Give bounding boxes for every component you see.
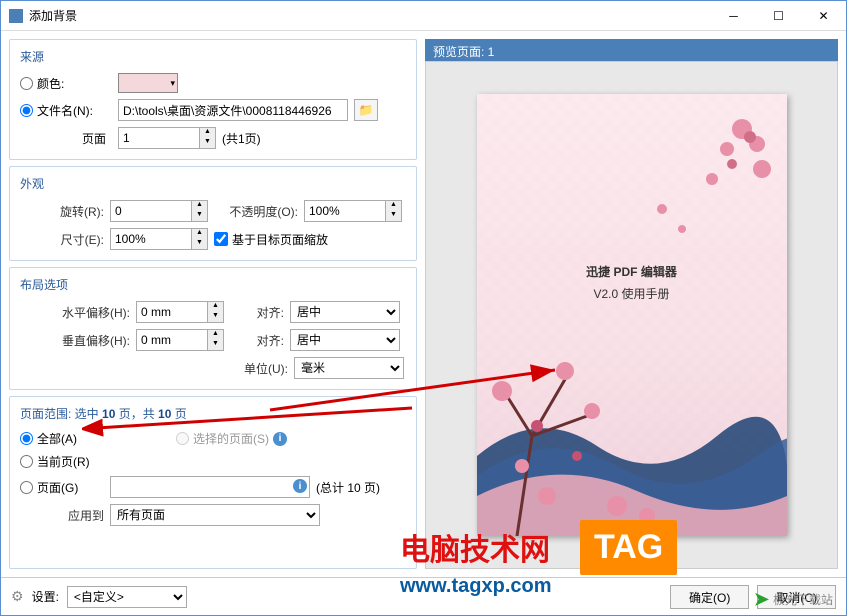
settings-label: 设置:	[32, 588, 59, 605]
size-spinner[interactable]: ▲▼	[110, 228, 208, 250]
pages-radio-label[interactable]: 页面(G)	[20, 479, 104, 496]
file-radio-label[interactable]: 文件名(N):	[20, 102, 112, 119]
all-radio[interactable]	[20, 432, 33, 445]
align-h-select[interactable]: 居中	[290, 301, 400, 323]
size-label: 尺寸(E):	[20, 231, 104, 248]
voff-label: 垂直偏移(H):	[20, 332, 130, 349]
all-radio-label[interactable]: 全部(A)	[20, 430, 170, 447]
gear-icon: ⚙	[11, 588, 24, 605]
page-total: (共1页)	[222, 130, 261, 147]
source-group: 来源 颜色: 文件名(N): 📁 页	[9, 39, 417, 160]
settings-select[interactable]: <自定义>	[67, 586, 187, 608]
page-input[interactable]	[119, 128, 199, 148]
apply-label: 应用到	[20, 507, 104, 524]
current-radio-label[interactable]: 当前页(R)	[20, 453, 90, 470]
app-icon	[9, 9, 23, 23]
range-title: 页面范围: 选中 10 页，共 10 页	[20, 405, 406, 422]
scale-checkbox-label[interactable]: 基于目标页面缩放	[214, 231, 328, 248]
apply-select[interactable]: 所有页面	[110, 504, 320, 526]
pages-input[interactable]	[110, 476, 310, 498]
color-radio[interactable]	[20, 77, 33, 90]
hoff-label: 水平偏移(H):	[20, 304, 130, 321]
appearance-title: 外观	[20, 175, 406, 192]
range-group: 页面范围: 选中 10 页，共 10 页 全部(A) 选择的页面(S) i	[9, 396, 417, 569]
unit-label: 单位(U):	[234, 360, 288, 377]
file-radio[interactable]	[20, 104, 33, 117]
color-radio-label[interactable]: 颜色:	[20, 75, 112, 92]
page-spinner[interactable]: ▲▼	[118, 127, 216, 149]
window-title: 添加背景	[29, 7, 711, 24]
hoff-spinner[interactable]: ▲▼	[136, 301, 224, 323]
align-v-select[interactable]: 居中	[290, 329, 400, 351]
flower-graphic-top	[632, 99, 782, 279]
maximize-button[interactable]: ☐	[756, 1, 801, 30]
spin-down[interactable]: ▼	[199, 138, 215, 148]
watermark-tag: TAG	[580, 520, 677, 575]
appearance-group: 外观 旋转(R): ▲▼ 不透明度(O): ▲▼ 尺寸(E):	[9, 166, 417, 261]
page-preview: 迅捷 PDF 编辑器 V2.0 使用手册	[477, 94, 787, 536]
info-icon: i	[293, 479, 307, 493]
selected-radio	[176, 432, 189, 445]
preview-label: 预览页面: 1	[425, 39, 838, 61]
hoff-input[interactable]	[137, 302, 207, 322]
pages-total: (总计 10 页)	[316, 479, 380, 496]
layout-title: 布局选项	[20, 276, 406, 293]
opacity-input[interactable]	[305, 201, 385, 221]
voff-spinner[interactable]: ▲▼	[136, 329, 224, 351]
rotate-input[interactable]	[111, 201, 191, 221]
layout-group: 布局选项 水平偏移(H): ▲▼ 对齐: 居中 垂直偏移(H): ▲▼	[9, 267, 417, 390]
size-input[interactable]	[111, 229, 191, 249]
close-button[interactable]: ✕	[801, 1, 846, 30]
browse-button[interactable]: 📁	[354, 99, 378, 121]
rotate-label: 旋转(R):	[20, 203, 104, 220]
info-icon: i	[273, 432, 287, 446]
file-path-input[interactable]	[118, 99, 348, 121]
pages-radio[interactable]	[20, 481, 33, 494]
flower-graphic-bottom	[477, 316, 677, 536]
spin-up[interactable]: ▲	[199, 128, 215, 138]
current-radio[interactable]	[20, 455, 33, 468]
scale-checkbox[interactable]	[214, 232, 228, 246]
source-title: 来源	[20, 48, 406, 65]
align-h-label: 对齐:	[230, 304, 284, 321]
voff-input[interactable]	[137, 330, 207, 350]
unit-select[interactable]: 毫米	[294, 357, 404, 379]
minimize-button[interactable]: ─	[711, 1, 756, 30]
opacity-spinner[interactable]: ▲▼	[304, 200, 402, 222]
doc-text: 迅捷 PDF 编辑器 V2.0 使用手册	[477, 262, 787, 305]
cancel-button[interactable]: 取消(C)	[757, 585, 836, 609]
align-v-label: 对齐:	[230, 332, 284, 349]
ok-button[interactable]: 确定(O)	[670, 585, 749, 609]
rotate-spinner[interactable]: ▲▼	[110, 200, 208, 222]
page-label: 页面	[20, 130, 112, 147]
selected-radio-label: 选择的页面(S) i	[176, 430, 287, 447]
preview-area: 迅捷 PDF 编辑器 V2.0 使用手册	[425, 61, 838, 569]
color-swatch[interactable]	[118, 73, 178, 93]
opacity-label: 不透明度(O):	[214, 203, 298, 220]
